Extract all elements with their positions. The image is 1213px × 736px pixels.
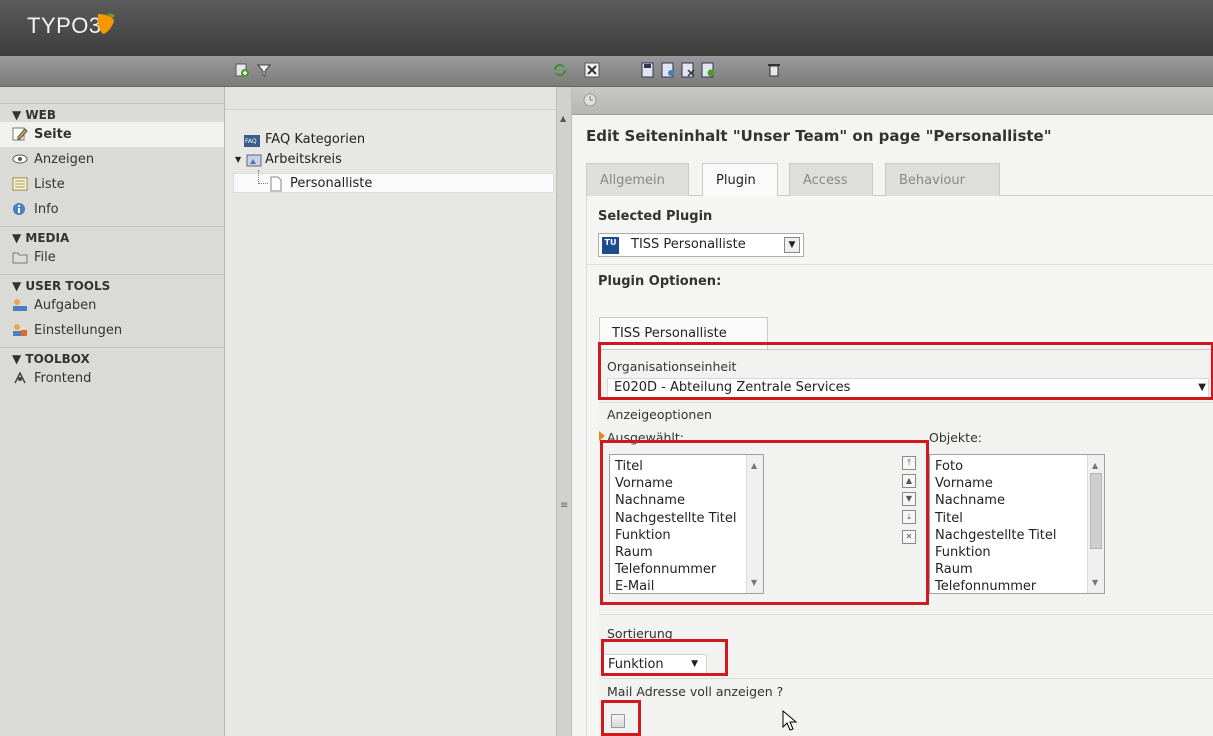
page-title: Edit Seiteninhalt "Unser Team" on page "… — [586, 127, 1052, 145]
scroll-up-icon[interactable]: ▲ — [560, 114, 566, 123]
close-icon[interactable] — [584, 62, 600, 78]
list-item[interactable]: Vorname — [935, 475, 1104, 492]
svg-text:FAQ: FAQ — [245, 138, 257, 145]
module-item-label: Info — [34, 202, 59, 217]
save-icon[interactable] — [640, 62, 656, 78]
new-page-icon[interactable] — [234, 62, 250, 78]
info-icon — [13, 203, 25, 215]
tab-access[interactable]: Access — [789, 163, 873, 196]
page-icon — [270, 176, 282, 192]
user-settings-icon — [13, 324, 27, 336]
module-item-liste[interactable]: Liste — [0, 172, 224, 197]
delete-icon[interactable] — [766, 62, 782, 78]
module-item-label: Seite — [34, 127, 72, 142]
chevron-down-icon[interactable]: ▼ — [784, 237, 800, 253]
tree-item-personalliste[interactable]: Personalliste — [233, 170, 554, 193]
objects-label: Objekte: — [929, 430, 982, 445]
pane-splitter[interactable]: ▲ ≡ — [556, 87, 572, 736]
eye-icon — [12, 154, 28, 164]
module-item-seite[interactable]: Seite — [0, 122, 224, 147]
save-new-icon[interactable] — [700, 62, 716, 78]
tree-item-label: FAQ Kategorien — [265, 132, 366, 147]
module-item-anzeigen[interactable]: Anzeigen — [0, 147, 224, 172]
page-edit-icon — [12, 127, 28, 141]
plugin-select-value: TISS Personalliste — [631, 237, 746, 252]
module-item-label: File — [34, 250, 56, 265]
toolbar — [0, 56, 1213, 87]
faq-folder-icon: FAQ — [244, 135, 260, 147]
scrollbar[interactable]: ▲ ▼ — [1087, 455, 1104, 593]
mail-label: Mail Adresse voll anzeigen ? — [607, 684, 784, 699]
splitter-grip-icon[interactable]: ≡ — [560, 500, 568, 511]
plugin-form: Selected Plugin TU TISS Personalliste ▼ … — [586, 196, 1213, 736]
module-item-label: Einstellungen — [34, 323, 123, 338]
tree-item-label: Arbeitskreis — [265, 152, 342, 167]
tab-bar: Allgemein Plugin Access Behaviour — [586, 163, 1213, 197]
list-item[interactable]: Raum — [935, 561, 1104, 578]
refresh-icon[interactable] — [552, 62, 568, 78]
folder-icon — [246, 154, 262, 167]
module-section-toolbox[interactable]: ▼ TOOLBOX — [0, 348, 224, 366]
frontend-icon — [14, 371, 26, 384]
list-item[interactable]: Funktion — [935, 544, 1104, 561]
module-section-media[interactable]: ▼ MEDIA — [0, 227, 224, 245]
display-options-label: Anzeigeoptionen — [607, 407, 712, 422]
module-item-aufgaben[interactable]: Aufgaben — [0, 293, 224, 318]
mouse-cursor-icon — [782, 710, 798, 731]
module-item-label: Liste — [34, 177, 65, 192]
tab-allgemein[interactable]: Allgemein — [586, 163, 689, 196]
tab-behaviour[interactable]: Behaviour — [885, 163, 1000, 196]
list-item[interactable]: Foto — [935, 458, 1104, 475]
module-section-user-tools[interactable]: ▼ USER TOOLS — [0, 275, 224, 293]
module-item-frontend[interactable]: Frontend — [0, 366, 224, 391]
typo3-backend: TYPO3 ▼ WEB Seite Anzeigen Liste Info ▼ … — [0, 0, 1213, 736]
filter-icon[interactable] — [256, 62, 272, 78]
tree-expand-icon[interactable]: ▼ — [235, 150, 241, 170]
highlight-org — [598, 342, 1213, 400]
tab-plugin[interactable]: Plugin — [702, 163, 778, 197]
list-item[interactable]: Telefonnummer — [935, 578, 1104, 593]
tree-item-label: Personalliste — [290, 176, 373, 191]
highlight-checkbox — [601, 700, 641, 736]
top-bar: TYPO3 — [0, 0, 1213, 56]
folder-icon — [12, 252, 28, 264]
module-menu: ▼ WEB Seite Anzeigen Liste Info ▼ MEDIA … — [0, 87, 225, 736]
list-item[interactable]: Nachname — [935, 492, 1104, 509]
list-item[interactable]: Titel — [935, 510, 1104, 527]
module-item-label: Anzeigen — [34, 152, 95, 167]
module-item-einstellungen[interactable]: Einstellungen — [0, 318, 224, 343]
page-tree: FAQ FAQ Kategorien ▼ Arbeitskreis Person… — [225, 87, 556, 736]
plugin-select[interactable]: TU TISS Personalliste ▼ — [598, 233, 804, 257]
edit-pane: Edit Seiteninhalt "Unser Team" on page "… — [572, 87, 1213, 736]
list-item[interactable]: Nachgestellte Titel — [935, 527, 1104, 544]
module-section-web[interactable]: ▼ WEB — [0, 104, 224, 122]
tu-logo-icon: TU — [602, 237, 619, 254]
objects-listbox[interactable]: Foto Vorname Nachname Titel Nachgestellt… — [929, 454, 1105, 594]
typo3-logo-text: TYPO3 — [27, 13, 102, 38]
list-icon — [12, 177, 28, 191]
history-icon[interactable] — [583, 93, 597, 107]
typo3-logo-icon — [97, 13, 115, 34]
plugin-options-label: Plugin Optionen: — [598, 274, 722, 289]
module-item-label: Aufgaben — [34, 298, 97, 313]
module-item-info[interactable]: Info — [0, 197, 224, 222]
save-close-icon[interactable] — [680, 62, 696, 78]
tasks-icon — [13, 299, 27, 311]
highlight-sort — [601, 639, 728, 676]
module-item-file[interactable]: File — [0, 245, 224, 270]
highlight-selected — [600, 440, 929, 605]
module-item-label: Frontend — [34, 371, 92, 386]
selected-plugin-label: Selected Plugin — [598, 209, 713, 224]
save-view-icon[interactable] — [660, 62, 676, 78]
